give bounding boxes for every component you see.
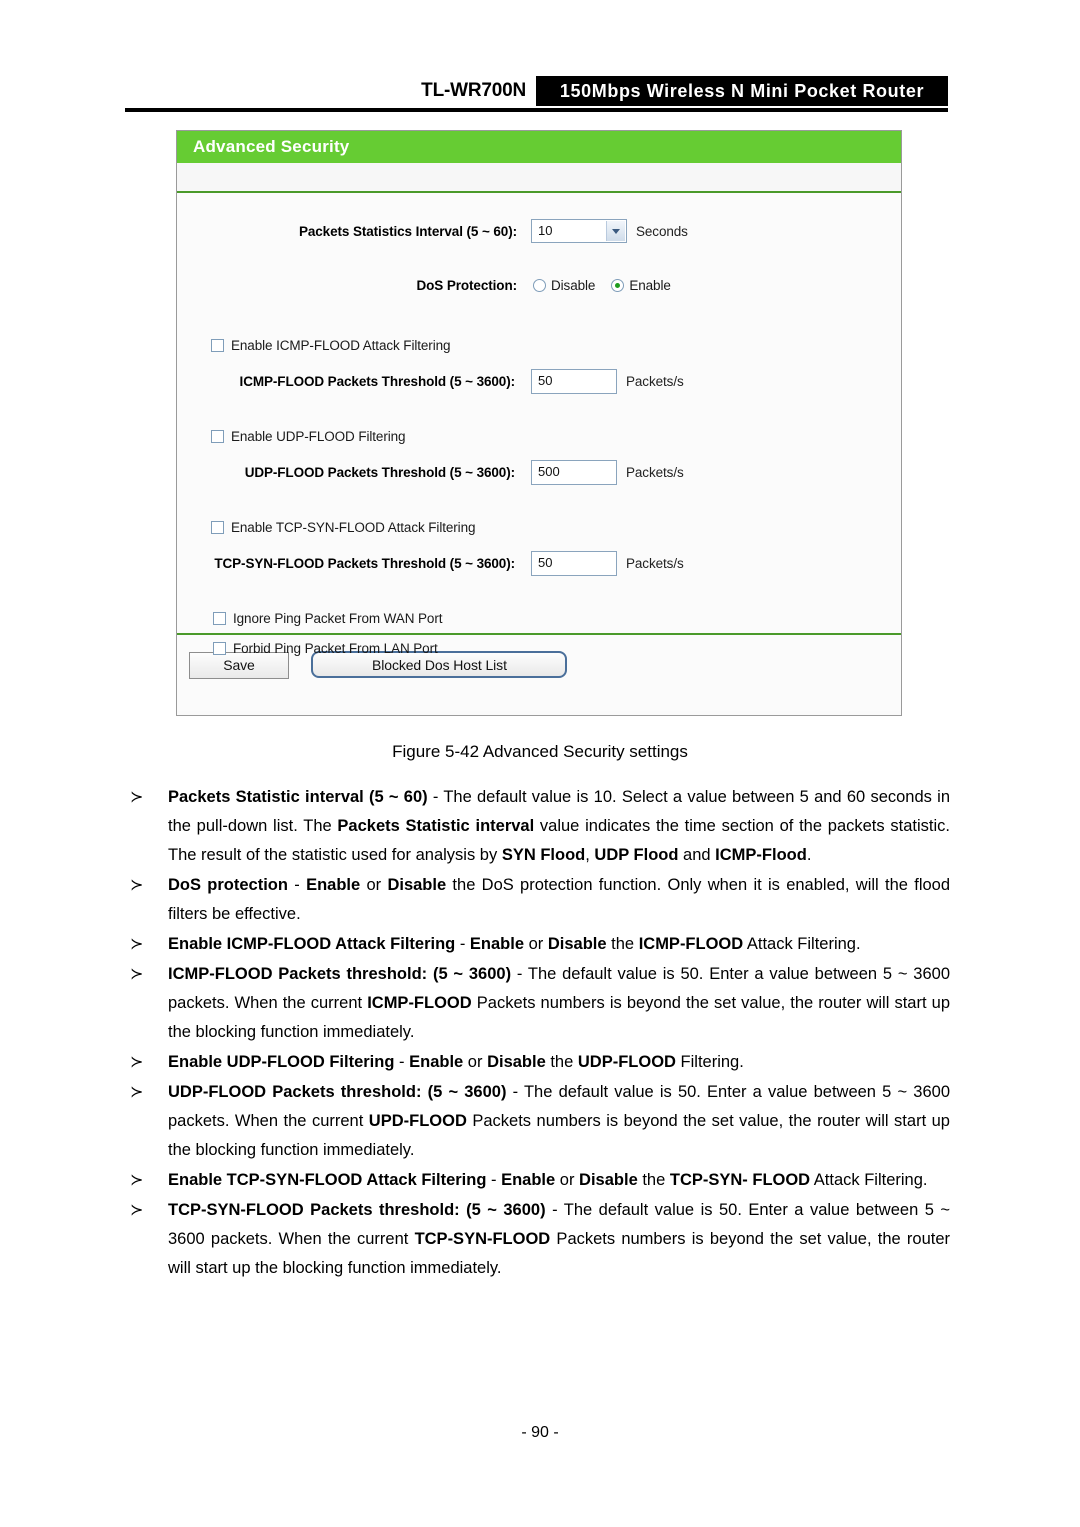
row-icmp-threshold: ICMP-FLOOD Packets Threshold (5 ~ 3600):… — [177, 369, 684, 394]
udp-threshold-label: UDP-FLOOD Packets Threshold (5 ~ 3600): — [244, 465, 515, 480]
row-enable-icmp-flood[interactable]: Enable ICMP-FLOOD Attack Filtering — [211, 338, 451, 353]
save-button[interactable]: Save — [189, 652, 289, 679]
page-number: - 90 - — [521, 1424, 559, 1441]
list-item: ≻ UDP-FLOOD Packets threshold: (5 ~ 3600… — [122, 1078, 950, 1165]
page-header: TL-WR700N 150Mbps Wireless N Mini Pocket… — [0, 76, 1080, 112]
bullet-marker-icon: ≻ — [130, 966, 144, 983]
bullet-text: Enable UDP-FLOOD Filtering - Enable or D… — [168, 1053, 744, 1071]
panel-title: Advanced Security — [177, 131, 901, 163]
list-item: ≻ Enable ICMP-FLOOD Attack Filtering - E… — [122, 930, 950, 959]
bullet-marker-icon: ≻ — [130, 1202, 144, 1219]
enable-tcp-syn-flood-label: Enable TCP-SYN-FLOOD Attack Filtering — [231, 520, 476, 535]
packets-statistics-interval-unit: Seconds — [636, 223, 688, 239]
checkbox-enable-icmp-flood[interactable] — [211, 339, 224, 352]
icmp-threshold-label: ICMP-FLOOD Packets Threshold (5 ~ 3600): — [239, 374, 516, 389]
dos-enable-label: Enable — [629, 278, 671, 293]
row-udp-threshold: UDP-FLOOD Packets Threshold (5 ~ 3600): … — [177, 460, 684, 485]
dos-disable-label: Disable — [551, 278, 596, 293]
bullet-marker-icon: ≻ — [130, 1054, 144, 1071]
checkbox-ignore-ping-wan[interactable] — [213, 612, 226, 625]
radio-disable[interactable] — [533, 279, 546, 292]
bullet-marker-icon: ≻ — [130, 936, 144, 953]
row-dos-protection: DoS Protection: Disable Enable — [177, 278, 687, 293]
radio-enable[interactable] — [611, 279, 625, 292]
enable-icmp-flood-label: Enable ICMP-FLOOD Attack Filtering — [231, 338, 451, 353]
bullet-marker-icon: ≻ — [130, 1084, 144, 1101]
header-rule — [125, 108, 948, 112]
icmp-threshold-input[interactable]: 50 — [531, 369, 617, 394]
list-item: ≻ Enable TCP-SYN-FLOOD Attack Filtering … — [122, 1166, 950, 1195]
checkbox-enable-tcp-syn-flood[interactable] — [211, 521, 224, 534]
dos-protection-disable-option[interactable]: Disable — [533, 278, 607, 293]
bullet-text: Enable TCP-SYN-FLOOD Attack Filtering - … — [168, 1171, 928, 1189]
tcp-threshold-unit: Packets/s — [626, 556, 684, 571]
bullet-marker-icon: ≻ — [130, 1172, 144, 1189]
panel-subbar — [177, 163, 901, 193]
list-item: ≻ ICMP-FLOOD Packets threshold: (5 ~ 360… — [122, 960, 950, 1047]
row-tcp-threshold: TCP-SYN-FLOOD Packets Threshold (5 ~ 360… — [171, 551, 684, 576]
forbid-ping-lan-label: Forbid Ping Packet From LAN Port — [233, 641, 438, 656]
udp-threshold-input[interactable]: 500 — [531, 460, 617, 485]
bullet-text: Enable ICMP-FLOOD Attack Filtering - Ena… — [168, 935, 861, 953]
row-enable-udp-flood[interactable]: Enable UDP-FLOOD Filtering — [211, 429, 406, 444]
checkbox-enable-udp-flood[interactable] — [211, 430, 224, 443]
body-content: ≻ Packets Statistic interval (5 ~ 60) - … — [122, 783, 950, 1284]
bullet-marker-icon: ≻ — [130, 789, 144, 806]
advanced-security-panel: Advanced Security Packets Statistics Int… — [176, 130, 902, 716]
checkbox-forbid-ping-lan[interactable] — [213, 642, 226, 655]
bullet-text: Packets Statistic interval (5 ~ 60) - Th… — [168, 788, 950, 864]
bullet-text: DoS protection - Enable or Disable the D… — [168, 876, 951, 923]
packets-statistics-interval-value: 10 — [538, 223, 553, 238]
row-packets-statistics-interval: Packets Statistics Interval (5 ~ 60): 10… — [177, 219, 688, 243]
row-ignore-ping-wan[interactable]: Ignore Ping Packet From WAN Port — [213, 611, 442, 626]
bullet-text: ICMP-FLOOD Packets threshold: (5 ~ 3600)… — [168, 965, 950, 1041]
list-item: ≻ Packets Statistic interval (5 ~ 60) - … — [122, 783, 950, 870]
packets-statistics-interval-label: Packets Statistics Interval (5 ~ 60): — [298, 223, 517, 239]
icmp-threshold-unit: Packets/s — [626, 374, 684, 389]
tcp-threshold-input[interactable]: 50 — [531, 551, 617, 576]
packets-statistics-interval-select[interactable]: 10 — [531, 219, 627, 243]
bullet-text: TCP-SYN-FLOOD Packets threshold: (5 ~ 36… — [168, 1201, 951, 1277]
dos-protection-label: DoS Protection: — [416, 278, 517, 293]
list-item: ≻ DoS protection - Enable or Disable the… — [122, 871, 950, 929]
udp-threshold-unit: Packets/s — [626, 465, 684, 480]
dos-protection-enable-option[interactable]: Enable — [611, 278, 682, 293]
list-item: ≻ TCP-SYN-FLOOD Packets threshold: (5 ~ … — [122, 1196, 950, 1283]
tcp-threshold-label: TCP-SYN-FLOOD Packets Threshold (5 ~ 360… — [214, 556, 515, 571]
chevron-down-icon[interactable] — [606, 221, 625, 241]
header-product-banner: 150Mbps Wireless N Mini Pocket Router — [536, 76, 948, 106]
list-item: ≻ Enable UDP-FLOOD Filtering - Enable or… — [122, 1048, 950, 1077]
row-forbid-ping-lan[interactable]: Forbid Ping Packet From LAN Port — [213, 641, 438, 656]
row-enable-tcp-syn-flood[interactable]: Enable TCP-SYN-FLOOD Attack Filtering — [211, 520, 475, 535]
bullet-marker-icon: ≻ — [130, 877, 144, 894]
header-model-name: TL-WR700N — [421, 80, 526, 101]
ignore-ping-wan-label: Ignore Ping Packet From WAN Port — [233, 611, 443, 626]
panel-body: Packets Statistics Interval (5 ~ 60): 10… — [177, 193, 901, 656]
figure-caption: Figure 5-42 Advanced Security settings — [392, 742, 688, 761]
enable-udp-flood-label: Enable UDP-FLOOD Filtering — [231, 429, 406, 444]
bullet-text: UDP-FLOOD Packets threshold: (5 ~ 3600) … — [168, 1083, 950, 1159]
